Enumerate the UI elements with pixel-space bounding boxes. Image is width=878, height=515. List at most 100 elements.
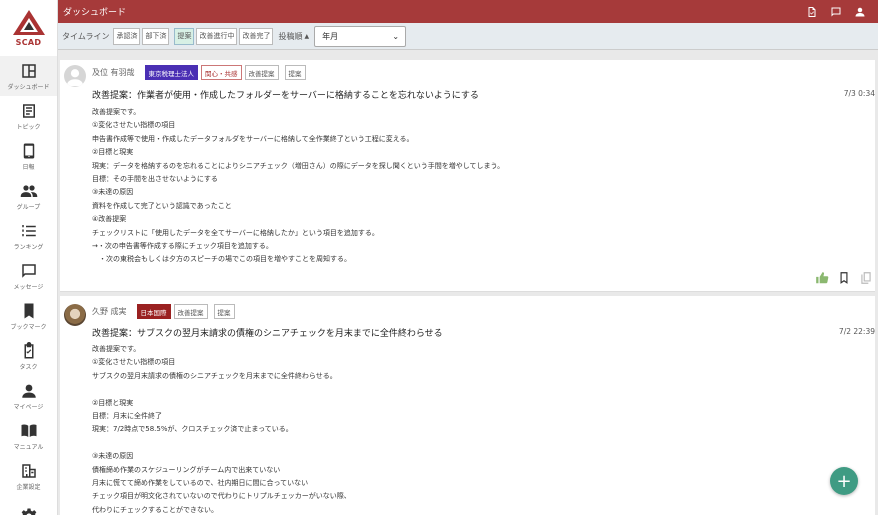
post-author[interactable]: 及位 有羽哉	[92, 67, 135, 78]
sidebar-item-label: マイページ	[13, 403, 44, 411]
bookmark-outline-icon	[840, 272, 848, 284]
topic-icon	[22, 103, 35, 118]
sidebar-item-label: メッセージ	[13, 283, 44, 291]
body-line: 資料を作成して完了という認識であったこと	[92, 201, 232, 210]
account-button[interactable]	[854, 6, 866, 18]
logo-mark-icon	[12, 10, 45, 35]
category-tag[interactable]: 改善提案	[173, 304, 208, 319]
logo-text: SCAD	[15, 38, 42, 47]
body-line: 月末に慌てて締め作業をしているので、社内期日に間に合っていない	[92, 479, 309, 488]
sidebar-item-task[interactable]: タスク	[0, 336, 57, 376]
sidebar-item-message[interactable]: メッセージ	[0, 256, 57, 296]
body-line: ④改善提案	[92, 215, 127, 224]
category-tag[interactable]: 改善提案	[244, 65, 279, 80]
person-icon	[21, 384, 36, 398]
body-line: ③未達の原因	[92, 188, 134, 197]
body-line: チェックリストに「使用したデータを全てサーバーに格納したか」という項目を追加する…	[92, 228, 379, 237]
post-title[interactable]: 改善提案：サブスクの翌月末請求の債権のシニアチェックを月末までに全件終わらせる	[92, 326, 443, 339]
sidebar-item-label: ブックマーク	[10, 323, 47, 331]
document-button[interactable]	[806, 6, 818, 18]
body-line: 現実：7/2時点で58.5%が、クロスチェック済で止まっている。	[92, 425, 293, 434]
filter-approved[interactable]: 承認済	[113, 27, 141, 45]
sidebar-item-group[interactable]: グループ	[0, 176, 57, 216]
header-actions	[806, 6, 866, 18]
filter-proposal[interactable]: 提案	[174, 27, 195, 45]
sidebar-item-label: ランキング	[13, 243, 44, 251]
type-tag[interactable]: 提案	[213, 304, 235, 319]
interest-tag[interactable]: 関心・共感	[201, 65, 242, 80]
bookmark-icon	[24, 303, 33, 318]
sidebar-item-label: ダッシュボード	[7, 83, 50, 91]
filter-subordinate[interactable]: 部下済	[142, 27, 170, 45]
body-line: 改善提案です。	[92, 108, 141, 116]
body-line	[92, 437, 351, 450]
sidebar-item-manual[interactable]: マニュアル	[0, 416, 57, 456]
body-line: 改善提案です。	[92, 345, 141, 353]
type-tag[interactable]: 提案	[284, 65, 306, 80]
sidebar-item-label: グループ	[16, 203, 41, 211]
body-line: サブスクの翌月末請求の債権のシニアチェックを月末までに全件終わらせる。	[92, 371, 337, 380]
avatar[interactable]	[64, 65, 86, 87]
sort-label: 投稿順	[278, 31, 303, 41]
post-body: 改善提案です。 ①変化させたい指標の項目 申告書作成等で使用・作成したデータフォ…	[92, 106, 504, 267]
post-body: 改善提案です。 ①変化させたい指標の項目 サブスクの翌月末請求の債権のシニアチェ…	[92, 343, 351, 515]
sidebar-item-ranking[interactable]: ランキング	[0, 216, 57, 256]
sidebar-item-dashboard[interactable]: ダッシュボード	[0, 56, 57, 96]
body-line: 目標：月末に全件終了	[92, 412, 162, 421]
body-line: チェック項目が明文化されていないので代わりにトリプルチェッカーがいない際、	[92, 492, 351, 501]
group-icon	[20, 184, 37, 197]
sidebar-item-label: タスク	[19, 363, 38, 371]
body-line: ③未達の原因	[92, 452, 134, 461]
avatar[interactable]	[64, 304, 86, 326]
sidebar-item-bookmark[interactable]: ブックマーク	[0, 296, 57, 336]
timeline-label: タイムライン	[62, 31, 110, 41]
bookmark-button[interactable]	[837, 271, 851, 285]
new-post-button[interactable]: +	[830, 467, 858, 495]
post-date: 7/3 0:34	[843, 89, 875, 98]
page-title: ダッシュボード	[63, 8, 127, 18]
body-line: 目標：その手間を出させないようにする	[92, 175, 218, 184]
task-icon	[24, 341, 33, 358]
company-tag[interactable]: 日本国際	[136, 304, 171, 319]
like-button[interactable]	[815, 271, 829, 285]
sidebar-item-label: トピック	[16, 123, 41, 131]
post-header: 及位 有羽哉 東京税理士法人 関心・共感 改善提案 提案	[92, 65, 309, 80]
copy-button[interactable]	[859, 271, 873, 285]
body-line	[92, 383, 351, 396]
sidebar-item-daily-report[interactable]: 日報	[0, 136, 57, 176]
thumbs-up-icon	[816, 272, 829, 284]
chat-button[interactable]	[830, 6, 842, 18]
sidebar-item-company-settings[interactable]: 企業設定	[0, 456, 57, 496]
company-tag[interactable]: 東京税理士法人	[144, 65, 199, 80]
body-line: ②目標と現実	[92, 148, 134, 157]
app-root: SCAD ダッシュボード トピック 日報 グループ ランキング メッセージ ブッ…	[0, 0, 878, 515]
post-card: 久野 成実 日本国際 改善提案 提案 改善提案：サブスクの翌月末請求の債権のシニ…	[60, 296, 875, 515]
post-date: 7/2 22:39	[838, 327, 875, 336]
filter-completed[interactable]: 改善完了	[239, 27, 274, 45]
manual-icon	[21, 424, 36, 437]
sidebar-item-mypage[interactable]: マイページ	[0, 376, 57, 416]
caret-up-icon: ▲	[304, 32, 310, 40]
filter-in-progress[interactable]: 改善進行中	[196, 27, 238, 45]
body-line: ①変化させたい指標の項目	[92, 121, 176, 130]
post-header: 久野 成実 日本国際 改善提案 提案	[92, 304, 238, 319]
logo[interactable]: SCAD	[0, 0, 57, 56]
body-line: 申告書作成等で使用・作成したデータフォルダをサーバーに格納して全作業終了という工…	[92, 134, 414, 143]
post-author[interactable]: 久野 成実	[92, 306, 127, 317]
sort-toggle[interactable]: 投稿順 ▲	[278, 31, 309, 42]
account-icon	[855, 7, 865, 16]
post-actions	[815, 271, 873, 285]
sidebar-item-topic[interactable]: トピック	[0, 96, 57, 136]
default-avatar-icon	[66, 69, 84, 87]
post-title[interactable]: 改善提案：作業者が使用・作成したフォルダーをサーバーに格納することを忘れないよう…	[92, 88, 479, 101]
sidebar-item-settings[interactable]	[0, 496, 57, 515]
body-line: 債権締め作業のスケジューリングがチーム内で出来ていない	[92, 465, 281, 474]
period-select[interactable]: 年月 ⌄	[314, 25, 407, 47]
building-icon	[21, 463, 36, 478]
body-line: ・次の東税会もしくは夕方のスピーチの場でこの項目を増やすことを周知する。	[92, 255, 351, 264]
copy-icon	[861, 272, 871, 284]
ranking-icon	[21, 224, 36, 236]
body-line: ①変化させたい指標の項目	[92, 358, 176, 367]
gear-icon	[21, 508, 36, 515]
document-icon	[808, 6, 816, 17]
